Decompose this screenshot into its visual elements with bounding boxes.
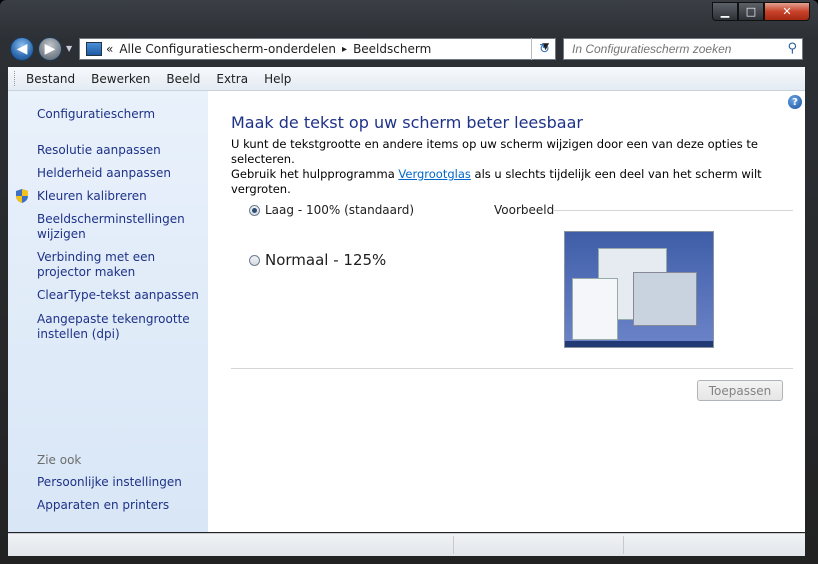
description-line-2: Gebruik het hulpprogramma Vergrootglas a… [231,167,791,197]
menu-file[interactable]: Bestand [18,72,83,86]
apply-button[interactable]: Toepassen [697,380,783,401]
magnifier-link[interactable]: Vergrootglas [398,167,470,181]
maximize-button[interactable]: □ [738,2,764,21]
radio-button-selected[interactable] [249,204,260,216]
shield-icon [16,189,28,203]
page-title: Maak de tekst op uw scherm beter leesbaa… [231,113,583,132]
option-medium-label[interactable]: Normaal - 125% [265,251,386,269]
preview-label: Voorbeeld [494,203,555,217]
option-small-label[interactable]: Laag - 100% (standaard) [265,203,414,217]
sidebar-item-projector[interactable]: Verbinding met een projector maken [37,250,207,280]
see-also-heading: Zie ook [37,453,82,467]
search-box[interactable]: ⚲ [563,38,803,60]
menu-bar: Bestand Bewerken Beeld Extra Help [8,67,805,91]
menu-edit[interactable]: Bewerken [83,72,158,86]
sidebar-item-resolution[interactable]: Resolutie aanpassen [37,143,207,158]
control-panel-icon [86,42,102,56]
minimize-button[interactable]: ▁ [712,2,738,21]
help-icon[interactable]: ? [788,95,802,109]
sidebar-item-display-settings[interactable]: Beeldscherminstellingen wijzigen [37,212,207,242]
sidebar: Configuratiescherm Resolutie aanpassen H… [8,91,208,532]
window: ▁ □ ✕ ◀ ▶ ▼ « Alle Configuratiescherm-on… [0,0,818,564]
sidebar-item-devices-printers[interactable]: Apparaten en printers [37,498,207,513]
address-segment-display[interactable]: Beeldscherm [353,42,431,56]
preview-window-icon [572,278,618,340]
recent-pages-dropdown-icon[interactable]: ▼ [66,44,72,53]
forward-button[interactable]: ▶ [38,37,62,61]
preview-window-icon [633,272,697,326]
sidebar-item-brightness[interactable]: Helderheid aanpassen [37,166,207,181]
content-divider [231,368,793,369]
search-input[interactable] [570,41,784,57]
sidebar-item-cleartype[interactable]: ClearType-tekst aanpassen [37,288,207,303]
close-button[interactable]: ✕ [764,2,810,21]
main-content: ? Maak de tekst op uw scherm beter leesb… [208,91,805,532]
address-bar[interactable]: « Alle Configuratiescherm-onderdelen ▸ B… [79,38,556,60]
preview-image [564,231,714,348]
page-description: U kunt de tekstgrootte en andere items o… [231,137,791,197]
radio-button[interactable] [249,254,260,266]
description-text-before-link: Gebruik het hulpprogramma [231,167,399,181]
menu-help[interactable]: Help [256,72,299,86]
sidebar-item-control-panel-home[interactable]: Configuratiescherm [37,107,207,122]
breadcrumb-separator-icon[interactable]: ▸ [342,44,347,55]
description-line-1: U kunt de tekstgrootte en andere items o… [231,137,758,166]
option-small-100[interactable]: Laag - 100% (standaard) [249,203,414,217]
preview-divider [553,210,793,211]
address-prefix[interactable]: « [106,42,113,56]
refresh-icon[interactable]: ↻ [531,38,557,60]
status-separator [453,536,454,554]
status-separator [623,536,624,554]
option-medium-125[interactable]: Normaal - 125% [249,251,386,269]
sidebar-item-custom-dpi[interactable]: Aangepaste tekengrootte instellen (dpi) [37,312,207,342]
sidebar-item-personalization[interactable]: Persoonlijke instellingen [37,475,207,490]
search-icon[interactable]: ⚲ [787,41,797,56]
back-button[interactable]: ◀ [10,37,34,61]
menu-tools[interactable]: Extra [208,72,256,86]
preview-taskbar [565,341,713,347]
caption-buttons: ▁ □ ✕ [712,2,810,21]
status-bar [8,533,805,556]
menu-view[interactable]: Beeld [158,72,208,86]
navigation-bar: ◀ ▶ ▼ « Alle Configuratiescherm-onderdel… [0,34,818,64]
address-segment-all-items[interactable]: Alle Configuratiescherm-onderdelen [119,42,336,56]
sidebar-item-calibrate-colors[interactable]: Kleuren kalibreren [37,189,207,204]
